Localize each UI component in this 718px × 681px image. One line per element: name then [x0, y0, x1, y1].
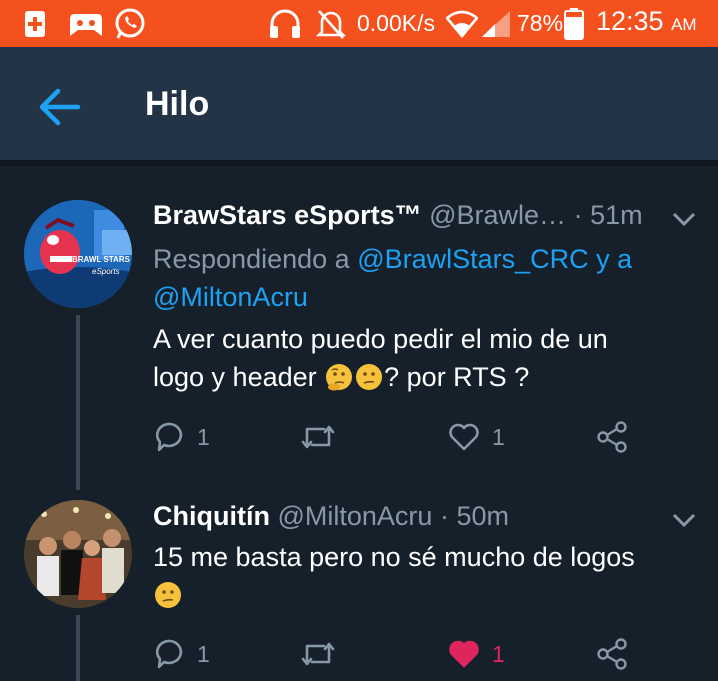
tweet-text: A ver cuanto puedo pedir el mio de un lo…: [153, 324, 608, 392]
display-name[interactable]: BrawStars eSports™: [153, 200, 422, 230]
page-title: Hilo: [145, 85, 210, 123]
share-button[interactable]: [596, 637, 628, 671]
confused-face-emoji-icon: [356, 364, 383, 390]
signal-icon: [482, 11, 510, 37]
thinking-face-emoji-icon: [326, 364, 353, 391]
like-count: 1: [492, 640, 505, 667]
headphones-icon: [270, 9, 300, 38]
retweet-icon: [301, 642, 335, 666]
app-bar-divider: [0, 160, 718, 166]
app-bar: Hilo: [0, 47, 718, 160]
reply-icon: [155, 422, 183, 452]
chevron-down-icon[interactable]: [671, 512, 697, 528]
share-icon: [597, 421, 627, 453]
retweet-button[interactable]: [300, 637, 336, 671]
wifi-icon: [446, 10, 478, 38]
battery-percent: 78%: [517, 10, 564, 36]
share-icon: [597, 638, 627, 670]
reply-button[interactable]: 1: [155, 637, 210, 671]
handle[interactable]: @Brawle…: [429, 200, 566, 230]
like-button[interactable]: 1: [448, 637, 505, 671]
like-button[interactable]: 1: [448, 420, 505, 454]
timestamp: 50m: [456, 501, 509, 531]
heart-outline-icon: [449, 423, 479, 451]
timestamp: 51m: [590, 200, 643, 230]
battery-icon: [564, 8, 584, 40]
tweet-header: Chiquitín @MiltonAcru · 50m: [153, 501, 509, 532]
network-speed: 0.00K/s: [357, 10, 435, 36]
display-name[interactable]: Chiquitín: [153, 501, 270, 531]
avatar[interactable]: BRAWL STARS eSports: [24, 200, 132, 308]
avatar[interactable]: [24, 500, 132, 608]
group-photo: [24, 500, 132, 608]
battery-saver-icon: [25, 11, 45, 37]
reply-and-text: y a: [596, 244, 633, 274]
mention-link[interactable]: @MiltonAcru: [153, 282, 308, 312]
reply-count: 1: [197, 423, 210, 450]
tweet-header: BrawStars eSports™ @Brawle… · 51m: [153, 200, 643, 231]
handle[interactable]: @MiltonAcru: [277, 501, 432, 531]
separator-dot: ·: [573, 200, 583, 230]
separator-dot: ·: [439, 501, 449, 531]
clock: 12:35 AM: [596, 6, 697, 36]
mute-notifications-icon: [316, 10, 346, 39]
confused-face-emoji-icon: [155, 582, 181, 608]
share-button[interactable]: [596, 420, 628, 454]
avatar-esports-text: eSports: [92, 267, 120, 276]
mention-link[interactable]: @BrawlStars_CRC: [357, 244, 588, 274]
brawl-stars-logo: BRAWL STARS eSports: [24, 200, 132, 308]
back-arrow-icon[interactable]: [34, 85, 86, 129]
replying-to: Respondiendo a @BrawlStars_CRC y a @Milt…: [153, 244, 633, 312]
thread-line: [76, 615, 80, 681]
thread-line: [76, 315, 80, 490]
reply-count: 1: [197, 640, 210, 667]
reply-icon: [155, 639, 183, 669]
retweet-icon: [301, 425, 335, 449]
avatar-brand-text: BRAWL STARS: [72, 255, 131, 264]
heart-filled-icon: [449, 640, 479, 668]
tweet-text: 15 me basta pero no sé mucho de logos: [153, 538, 698, 614]
game-controller-icon: [70, 14, 102, 36]
retweet-button[interactable]: [300, 420, 336, 454]
reply-button[interactable]: 1: [155, 420, 210, 454]
like-count: 1: [492, 423, 505, 450]
whatsapp-icon: [115, 8, 145, 39]
status-bar: 0.00K/s 78% 12:35 AM: [0, 0, 718, 47]
chevron-down-icon[interactable]: [671, 211, 697, 227]
